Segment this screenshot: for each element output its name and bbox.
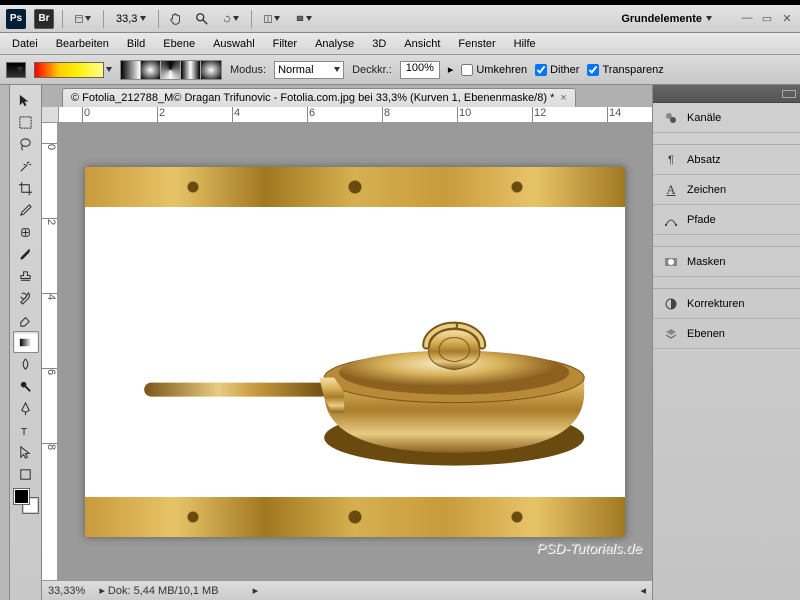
- layers-icon: [663, 326, 679, 342]
- gradient-picker-dropdown[interactable]: [106, 67, 112, 72]
- menu-ansicht[interactable]: Ansicht: [396, 35, 448, 53]
- panel-kanaele[interactable]: Kanäle: [653, 103, 800, 133]
- pen-tool[interactable]: [13, 397, 39, 419]
- blur-tool[interactable]: [13, 353, 39, 375]
- gradient-tool[interactable]: [13, 331, 39, 353]
- marquee-tool[interactable]: [13, 111, 39, 133]
- panel-masken[interactable]: Masken: [653, 247, 800, 277]
- mode-select[interactable]: Normal: [274, 61, 344, 79]
- mode-label: Modus:: [230, 64, 266, 76]
- menu-analyse[interactable]: Analyse: [307, 35, 362, 53]
- panel-collapse-icon[interactable]: [653, 85, 800, 103]
- options-bar: Modus: Normal Deckkr.: 100% ▸ Umkehren D…: [0, 55, 800, 85]
- status-doc-info[interactable]: ▸ Dok: 5,44 MB/10,1 MB: [99, 584, 218, 597]
- document-image: [85, 167, 625, 537]
- status-bar: 33,33% ▸ Dok: 5,44 MB/10,1 MB ▸ ◂: [42, 580, 652, 600]
- color-swatches[interactable]: [14, 489, 38, 513]
- diamond-gradient-icon[interactable]: [201, 61, 221, 79]
- masks-icon: [663, 254, 679, 270]
- zoom-icon[interactable]: [193, 10, 211, 28]
- watermark: PSD-Tutorials.de: [536, 540, 642, 556]
- minimize-icon[interactable]: —: [740, 12, 754, 25]
- brush-tool[interactable]: [13, 243, 39, 265]
- panel-pfade[interactable]: Pfade: [653, 205, 800, 235]
- horizontal-ruler: 0 2 4 6 8 10 12 14: [42, 107, 652, 123]
- canvas[interactable]: PSD-Tutorials.de: [58, 123, 652, 580]
- zoom-field[interactable]: 33,3: [112, 13, 150, 25]
- menu-bar: Datei Bearbeiten Bild Ebene Auswahl Filt…: [0, 33, 800, 55]
- screen-mode-dropdown[interactable]: [292, 13, 316, 25]
- menu-bild[interactable]: Bild: [119, 35, 153, 53]
- tool-preset[interactable]: [6, 62, 26, 78]
- menu-auswahl[interactable]: Auswahl: [205, 35, 263, 53]
- menu-fenster[interactable]: Fenster: [450, 35, 503, 53]
- gradient-types: [120, 60, 222, 80]
- status-zoom[interactable]: 33,33%: [48, 585, 85, 597]
- close-tab-icon[interactable]: ×: [560, 92, 566, 104]
- type-tool[interactable]: T: [13, 419, 39, 441]
- adjustments-icon: [663, 296, 679, 312]
- reflected-gradient-icon[interactable]: [181, 61, 201, 79]
- panel-zeichen[interactable]: AZeichen: [653, 175, 800, 205]
- menu-datei[interactable]: Datei: [4, 35, 46, 53]
- menu-hilfe[interactable]: Hilfe: [506, 35, 544, 53]
- hand-icon[interactable]: [167, 10, 185, 28]
- document-title: © Fotolia_212788_M© Dragan Trifunovic - …: [71, 92, 554, 104]
- linear-gradient-icon[interactable]: [121, 61, 141, 79]
- layout-dropdown[interactable]: [71, 13, 95, 25]
- arrange-dropdown[interactable]: [260, 13, 284, 25]
- lasso-tool[interactable]: [13, 133, 39, 155]
- angle-gradient-icon[interactable]: [161, 61, 181, 79]
- menu-bearbeiten[interactable]: Bearbeiten: [48, 35, 117, 53]
- pan-illustration: [134, 237, 594, 497]
- application-bar: Ps Br 33,3 Grundelemente — ▭ ✕: [0, 5, 800, 33]
- foreground-swatch[interactable]: [14, 489, 29, 504]
- svg-text:T: T: [21, 427, 28, 438]
- radial-gradient-icon[interactable]: [141, 61, 161, 79]
- reverse-checkbox[interactable]: Umkehren: [461, 64, 527, 76]
- opacity-label: Deckkr.:: [352, 64, 392, 76]
- crop-tool[interactable]: [13, 177, 39, 199]
- panel-dock: Kanäle ¶Absatz AZeichen Pfade Masken Kor…: [652, 85, 800, 600]
- bridge-icon[interactable]: Br: [34, 9, 54, 29]
- gradient-preview[interactable]: [34, 62, 104, 78]
- opacity-input[interactable]: 100%: [400, 61, 440, 79]
- eyedropper-tool[interactable]: [13, 199, 39, 221]
- dither-checkbox[interactable]: Dither: [535, 64, 579, 76]
- photoshop-icon[interactable]: Ps: [6, 9, 26, 29]
- status-flyout-icon[interactable]: ▸: [253, 584, 259, 597]
- shape-tool[interactable]: [13, 463, 39, 485]
- menu-ebene[interactable]: Ebene: [155, 35, 203, 53]
- panel-absatz[interactable]: ¶Absatz: [653, 145, 800, 175]
- history-brush-tool[interactable]: [13, 287, 39, 309]
- panel-korrekturen[interactable]: Korrekturen: [653, 289, 800, 319]
- document-tab[interactable]: © Fotolia_212788_M© Dragan Trifunovic - …: [62, 88, 576, 107]
- character-icon: A: [663, 182, 679, 198]
- paths-icon: [663, 212, 679, 228]
- move-tool[interactable]: [13, 89, 39, 111]
- stamp-tool[interactable]: [13, 265, 39, 287]
- menu-3d[interactable]: 3D: [364, 35, 394, 53]
- close-icon[interactable]: ✕: [780, 12, 794, 25]
- rotate-dropdown[interactable]: [219, 13, 243, 25]
- dock-strip: [0, 85, 10, 600]
- paragraph-icon: ¶: [663, 152, 679, 168]
- channels-icon: [663, 110, 679, 126]
- workspace-switcher[interactable]: Grundelemente: [611, 9, 722, 29]
- restore-icon[interactable]: ▭: [760, 12, 774, 25]
- wand-tool[interactable]: [13, 155, 39, 177]
- vertical-ruler: 0 2 4 6 8: [42, 123, 58, 580]
- path-select-tool[interactable]: [13, 441, 39, 463]
- panel-ebenen[interactable]: Ebenen: [653, 319, 800, 349]
- healing-tool[interactable]: [13, 221, 39, 243]
- transparency-checkbox[interactable]: Transparenz: [587, 64, 663, 76]
- eraser-tool[interactable]: [13, 309, 39, 331]
- toolbox: T: [10, 85, 42, 600]
- dodge-tool[interactable]: [13, 375, 39, 397]
- application-window: Ps Br 33,3 Grundelemente — ▭ ✕ Datei Bea…: [0, 5, 800, 600]
- opacity-flyout-icon[interactable]: ▸: [448, 63, 454, 76]
- menu-filter[interactable]: Filter: [265, 35, 305, 53]
